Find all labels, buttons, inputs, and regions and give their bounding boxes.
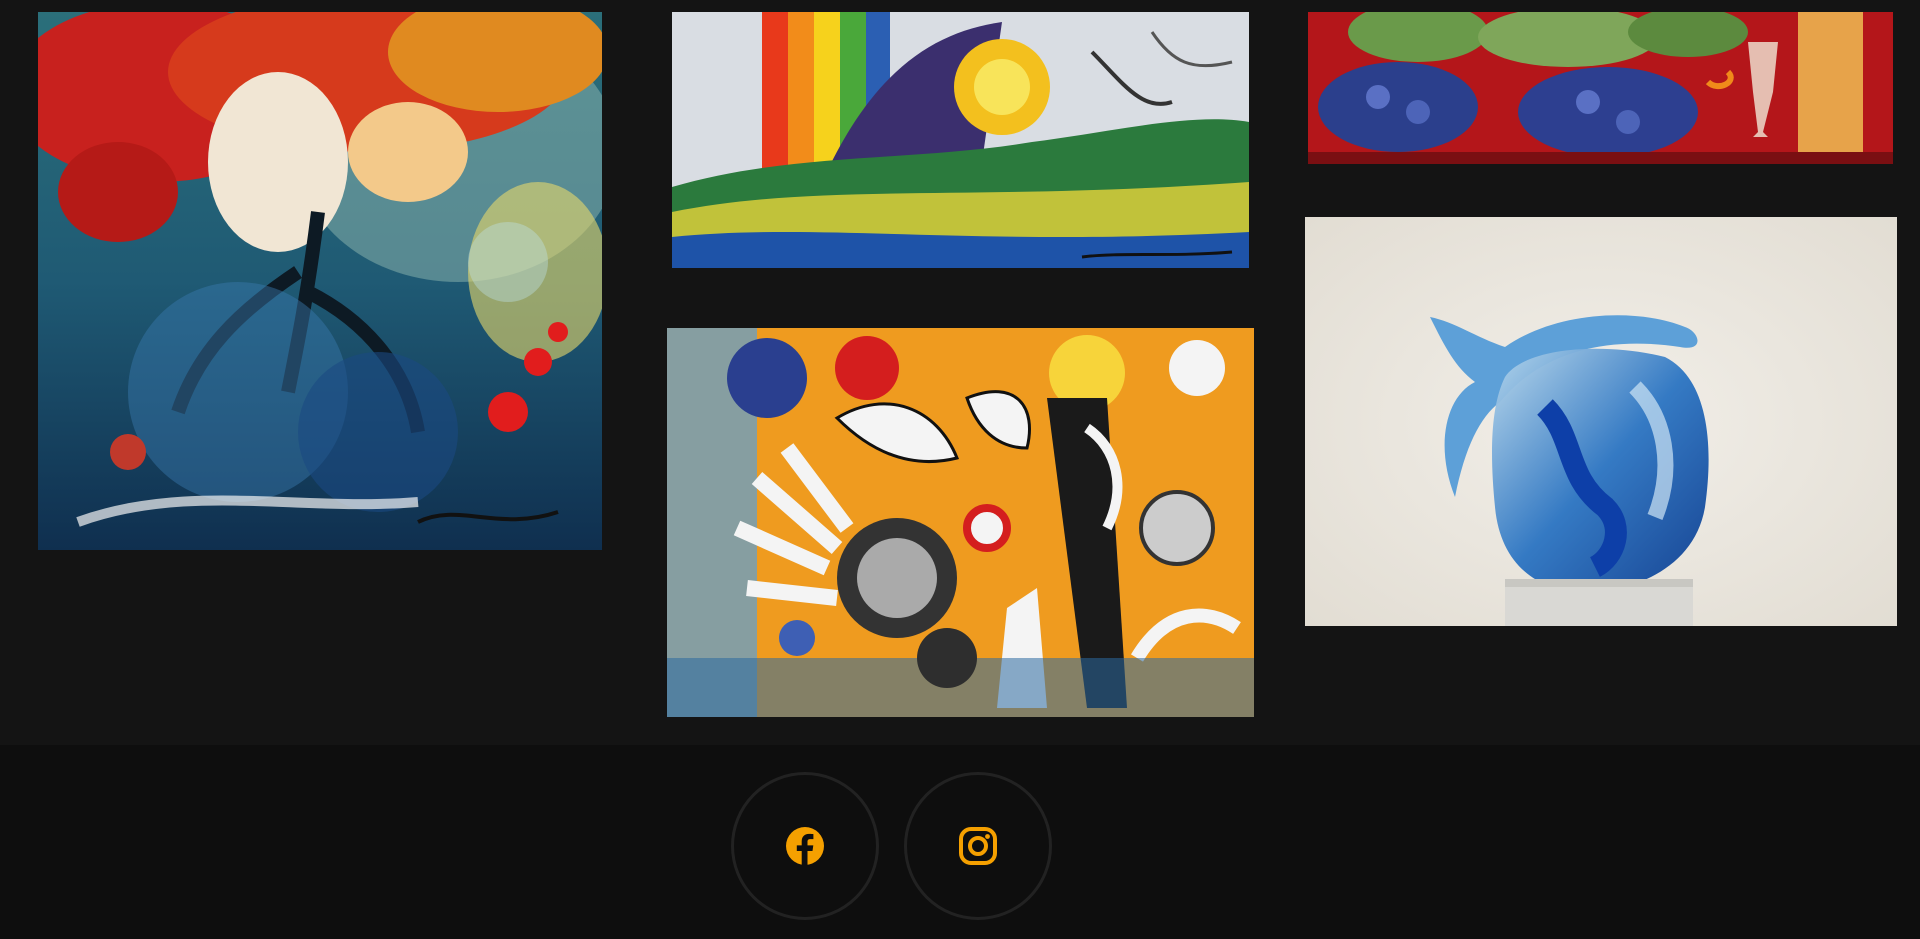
- artwork-tile-collage-doves[interactable]: [667, 328, 1254, 717]
- artwork-image: [38, 12, 602, 550]
- artwork-image: [1308, 12, 1893, 164]
- site-footer: [0, 745, 1920, 939]
- artwork-image: [1305, 217, 1897, 626]
- artwork-tile-rainbow-sun[interactable]: [672, 12, 1249, 268]
- artwork-image: [672, 12, 1249, 268]
- instagram-icon: [959, 827, 997, 865]
- artwork-image: [667, 328, 1254, 717]
- facebook-link[interactable]: [731, 772, 879, 920]
- artwork-gallery: [0, 0, 1920, 745]
- artwork-tile-grapes-still-life[interactable]: [1308, 12, 1893, 164]
- artwork-tile-red-blossom-tree[interactable]: [38, 12, 602, 550]
- artwork-tile-glass-dolphin[interactable]: [1305, 217, 1897, 626]
- instagram-link[interactable]: [904, 772, 1052, 920]
- facebook-icon: [786, 827, 824, 866]
